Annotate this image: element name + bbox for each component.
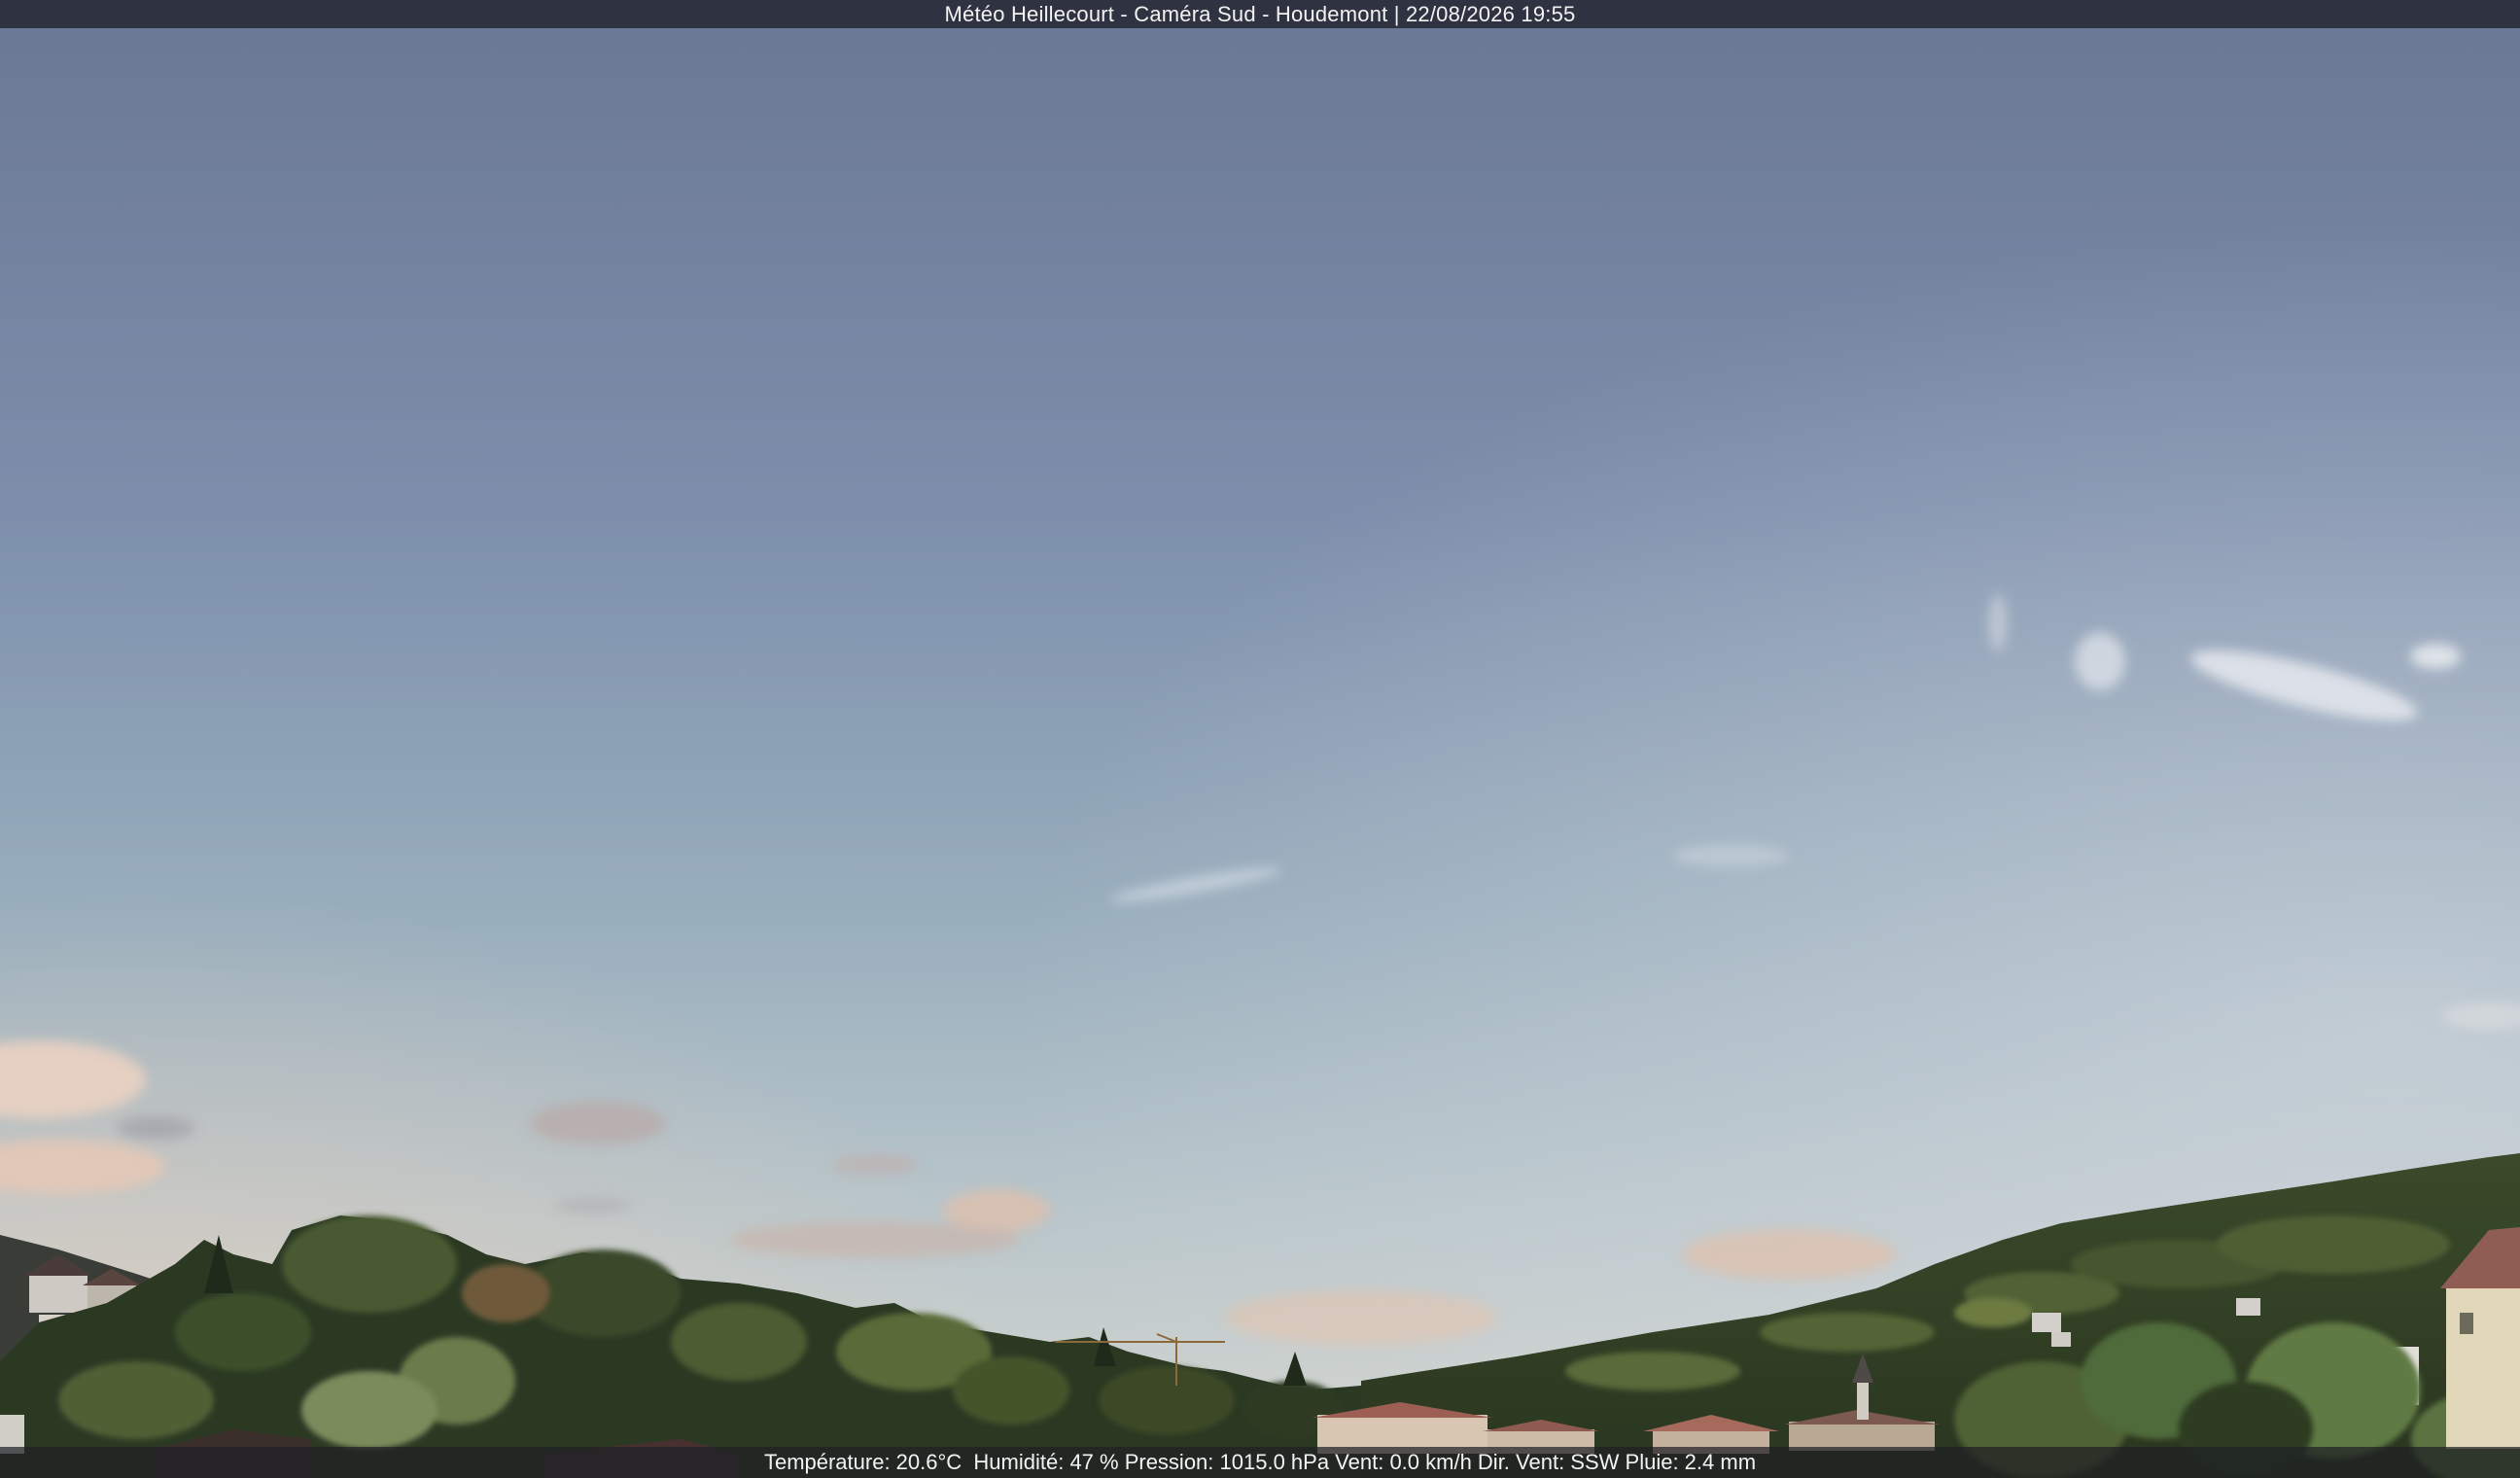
webcam-image (0, 0, 2520, 1478)
caption-bar-bottom: Température: 20.6°C Humidité: 47 % Press… (0, 1447, 2520, 1478)
webcam-frame: Météo Heillecourt - Caméra Sud - Houdemo… (0, 0, 2520, 1478)
caption-bar-top: Météo Heillecourt - Caméra Sud - Houdemo… (0, 0, 2520, 28)
camera-title: Météo Heillecourt - Caméra Sud - Houdemo… (944, 1, 1576, 26)
weather-stats: Température: 20.6°C Humidité: 47 % Press… (763, 1450, 1757, 1474)
